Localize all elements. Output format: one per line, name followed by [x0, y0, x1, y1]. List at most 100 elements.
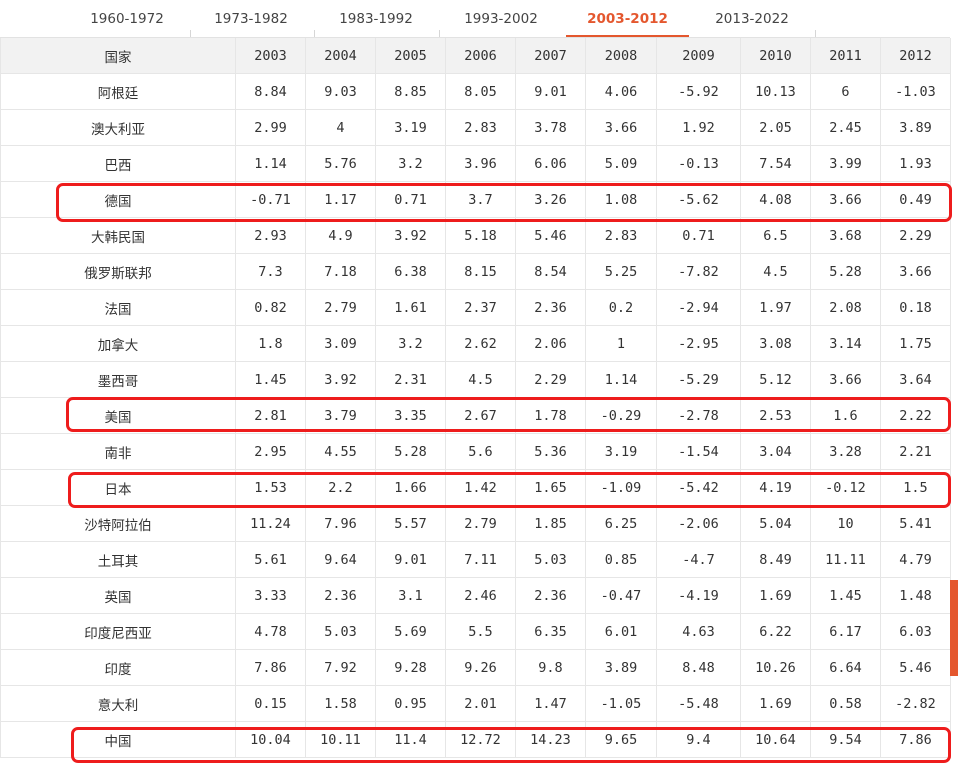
value-cell: 0.71 [375, 181, 446, 218]
value-cell: 11.24 [235, 505, 306, 542]
value-cell: 10 [810, 505, 881, 542]
value-cell: 8.05 [445, 73, 516, 110]
value-cell: 8.85 [375, 73, 446, 110]
country-cell: 土耳其 [0, 541, 236, 578]
value-cell: 1.75 [880, 325, 951, 362]
value-cell: 7.54 [740, 145, 811, 182]
country-cell: 印度 [0, 649, 236, 686]
value-cell: 8.49 [740, 541, 811, 578]
value-cell: 2.2 [305, 469, 376, 506]
value-cell: 4.5 [740, 253, 811, 290]
value-cell: 2.36 [515, 289, 586, 326]
value-cell: 9.03 [305, 73, 376, 110]
value-cell: 0.58 [810, 685, 881, 722]
value-cell: 3.08 [740, 325, 811, 362]
value-cell: 6.01 [585, 613, 657, 650]
value-cell: 3.66 [585, 109, 657, 146]
value-cell: -2.94 [656, 289, 741, 326]
value-cell: 2.01 [445, 685, 516, 722]
country-cell: 意大利 [0, 685, 236, 722]
value-cell: 1.78 [515, 397, 586, 434]
value-cell: 2.83 [585, 217, 657, 254]
value-cell: 2.06 [515, 325, 586, 362]
value-cell: 10.26 [740, 649, 811, 686]
value-cell: 7.92 [305, 649, 376, 686]
value-cell: 4.08 [740, 181, 811, 218]
tab-1993-2002[interactable]: 1993-2002 [446, 0, 556, 38]
value-cell: 5.41 [880, 505, 951, 542]
value-cell: 10.64 [740, 721, 811, 758]
value-cell: 0.18 [880, 289, 951, 326]
value-cell: 1.45 [810, 577, 881, 614]
value-cell: 4.79 [880, 541, 951, 578]
value-cell: -0.13 [656, 145, 741, 182]
value-cell: 1.58 [305, 685, 376, 722]
value-cell: -1.03 [880, 73, 951, 110]
value-cell: -4.19 [656, 577, 741, 614]
country-cell: 加拿大 [0, 325, 236, 362]
value-cell: 2.83 [445, 109, 516, 146]
country-cell: 巴西 [0, 145, 236, 182]
value-cell: 2.29 [515, 361, 586, 398]
value-cell: -5.29 [656, 361, 741, 398]
value-cell: 2.95 [235, 433, 306, 470]
value-cell: 1.6 [810, 397, 881, 434]
value-cell: -1.05 [585, 685, 657, 722]
value-cell: 6 [810, 73, 881, 110]
value-cell: 5.76 [305, 145, 376, 182]
value-cell: 5.28 [375, 433, 446, 470]
column-header-country: 国家 [0, 38, 236, 74]
value-cell: 2.36 [305, 577, 376, 614]
value-cell: 3.78 [515, 109, 586, 146]
value-cell: 1.65 [515, 469, 586, 506]
table-row: 沙特阿拉伯 11.24 7.96 5.57 2.79 1.85 6.25 -2.06 5.04 1… [0, 505, 951, 542]
value-cell: 2.79 [305, 289, 376, 326]
tab-2013-2022[interactable]: 2013-2022 [697, 0, 807, 38]
value-cell: 2.93 [235, 217, 306, 254]
column-header-year: 2005 [375, 38, 446, 74]
value-cell: 3.92 [375, 217, 446, 254]
column-header-year: 2008 [585, 38, 657, 74]
value-cell: 4.9 [305, 217, 376, 254]
value-cell: 7.3 [235, 253, 306, 290]
tab-1983-1992[interactable]: 1983-1992 [321, 0, 431, 38]
value-cell: 6.25 [585, 505, 657, 542]
value-cell: 7.86 [235, 649, 306, 686]
value-cell: 9.01 [375, 541, 446, 578]
value-cell: 3.64 [880, 361, 951, 398]
value-cell: 8.54 [515, 253, 586, 290]
value-cell: 3.66 [810, 181, 881, 218]
country-cell: 大韩民国 [0, 217, 236, 254]
column-header-year: 2011 [810, 38, 881, 74]
value-cell: 3.19 [585, 433, 657, 470]
side-feedback-tab[interactable] [950, 580, 958, 676]
value-cell: -5.48 [656, 685, 741, 722]
value-cell: 2.37 [445, 289, 516, 326]
tab-2003-2012[interactable]: 2003-2012 [566, 0, 689, 38]
country-cell: 印度尼西亚 [0, 613, 236, 650]
value-cell: -5.62 [656, 181, 741, 218]
value-cell: 5.5 [445, 613, 516, 650]
value-cell: 8.15 [445, 253, 516, 290]
value-cell: 0.15 [235, 685, 306, 722]
value-cell: 3.92 [305, 361, 376, 398]
value-cell: 5.28 [810, 253, 881, 290]
tab-1960-1972[interactable]: 1960-1972 [72, 0, 182, 38]
value-cell: -2.78 [656, 397, 741, 434]
column-header-year: 2009 [656, 38, 741, 74]
value-cell: 1.14 [585, 361, 657, 398]
value-cell: 5.03 [515, 541, 586, 578]
value-cell: 1.66 [375, 469, 446, 506]
tab-1973-1982[interactable]: 1973-1982 [196, 0, 306, 38]
gdp-growth-table: 国家 2003 2004 2005 2006 2007 2008 2009 2010 2011 2… [0, 38, 951, 758]
value-cell: 5.6 [445, 433, 516, 470]
value-cell: 1.93 [880, 145, 951, 182]
value-cell: 3.2 [375, 145, 446, 182]
value-cell: 2.08 [810, 289, 881, 326]
value-cell: 9.64 [305, 541, 376, 578]
value-cell: -5.92 [656, 73, 741, 110]
table-row: 印度 7.86 7.92 9.28 9.26 9.8 3.89 8.48 10.26 6.64 5.… [0, 649, 951, 686]
value-cell: 2.67 [445, 397, 516, 434]
period-tabs: 1960-1972 1973-1982 1983-1992 1993-2002 … [0, 0, 950, 38]
table-header-row: 国家 2003 2004 2005 2006 2007 2008 2009 2010 2011 2… [0, 38, 951, 74]
